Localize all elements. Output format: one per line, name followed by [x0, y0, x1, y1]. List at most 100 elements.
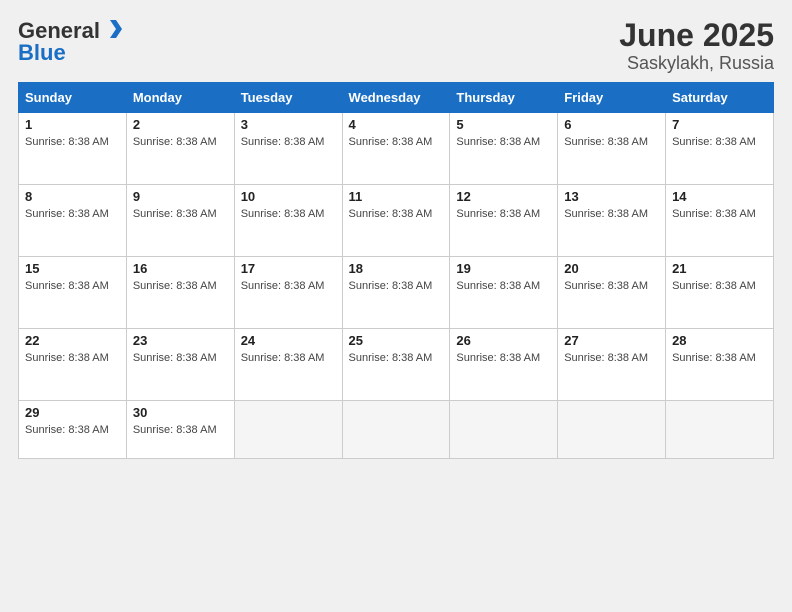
day-info: Sunrise: 8:38 AM — [133, 352, 217, 364]
table-row: 22 Sunrise: 8:38 AM — [19, 329, 127, 401]
day-info: Sunrise: 8:38 AM — [564, 352, 648, 364]
table-row: 6Sunrise: 8:38 AM — [558, 113, 666, 185]
table-row: 4 Sunrise: 8:38 AM — [342, 113, 450, 185]
table-row — [666, 401, 774, 459]
col-wednesday: Wednesday — [342, 83, 450, 113]
day-info: Sunrise: 8:38 AM — [25, 280, 109, 292]
day-info: Sunrise: 8:38 AM — [672, 280, 756, 292]
table-row: 14Sunrise: 8:38 AM — [666, 185, 774, 257]
table-row: 1 Sunrise: 8:38 AM — [19, 113, 127, 185]
table-row — [342, 401, 450, 459]
table-row: 21 Sunrise: 8:38 AM — [666, 257, 774, 329]
table-row: 25Sunrise: 8:38 AM — [342, 329, 450, 401]
day-info: Sunrise: 8:38 AM — [456, 352, 540, 364]
day-info: Sunrise: 8:38 AM — [25, 208, 109, 220]
calendar-subtitle: Saskylakh, Russia — [619, 53, 774, 74]
col-friday: Friday — [558, 83, 666, 113]
table-row: 10 Sunrise: 8:38 AM — [234, 185, 342, 257]
day-number: 8 — [25, 189, 120, 204]
col-monday: Monday — [126, 83, 234, 113]
day-number: 5 — [456, 117, 551, 132]
table-row: 9 Sunrise: 8:38 AM — [126, 185, 234, 257]
table-row: 8 Sunrise: 8:38 AM — [19, 185, 127, 257]
day-number: 25 — [349, 333, 444, 348]
table-row: 17Sunrise: 8:38 AM — [234, 257, 342, 329]
day-info: Sunrise: 8:38 AM — [25, 424, 109, 436]
day-info: Sunrise: 8:38 AM — [241, 208, 325, 220]
day-number: 24 — [241, 333, 336, 348]
day-number: 18 — [349, 261, 444, 276]
day-number: 13 — [564, 189, 659, 204]
day-number: 11 — [349, 189, 444, 204]
table-row: 7Sunrise: 8:38 AM — [666, 113, 774, 185]
day-number: 26 — [456, 333, 551, 348]
table-row: 19 Sunrise: 8:38 AM — [450, 257, 558, 329]
day-number: 19 — [456, 261, 551, 276]
day-info: Sunrise: 8:38 AM — [456, 136, 540, 148]
table-row: 13 Sunrise: 8:38 AM — [558, 185, 666, 257]
day-number: 3 — [241, 117, 336, 132]
day-number: 27 — [564, 333, 659, 348]
logo: General Blue — [18, 18, 124, 66]
col-sunday: Sunday — [19, 83, 127, 113]
day-info: Sunrise: 8:38 AM — [25, 136, 109, 148]
day-info: Sunrise: 8:38 AM — [349, 136, 433, 148]
day-number: 22 — [25, 333, 120, 348]
table-row: 27 Sunrise: 8:38 AM — [558, 329, 666, 401]
day-info: Sunrise: 8:38 AM — [25, 352, 109, 364]
day-number: 14 — [672, 189, 767, 204]
title-section: June 2025 Saskylakh, Russia — [619, 18, 774, 74]
col-thursday: Thursday — [450, 83, 558, 113]
col-tuesday: Tuesday — [234, 83, 342, 113]
table-row: 5 Sunrise: 8:38 AM — [450, 113, 558, 185]
table-row: 23 Sunrise: 8:38 AM — [126, 329, 234, 401]
day-number: 17 — [241, 261, 336, 276]
day-info: Sunrise: 8:38 AM — [564, 136, 648, 148]
day-info: Sunrise: 8:38 AM — [241, 352, 325, 364]
table-row: 3 Sunrise: 8:38 AM — [234, 113, 342, 185]
calendar-table: Sunday Monday Tuesday Wednesday Thursday… — [18, 82, 774, 459]
day-number: 12 — [456, 189, 551, 204]
day-number: 10 — [241, 189, 336, 204]
table-row: 2Sunrise: 8:38 AM — [126, 113, 234, 185]
day-info: Sunrise: 8:38 AM — [456, 208, 540, 220]
day-info: Sunrise: 8:38 AM — [564, 208, 648, 220]
day-number: 30 — [133, 405, 228, 420]
day-info: Sunrise: 8:38 AM — [672, 352, 756, 364]
table-row: 11 Sunrise: 8:38 AM — [342, 185, 450, 257]
day-number: 15 — [25, 261, 120, 276]
day-info: Sunrise: 8:38 AM — [133, 424, 217, 436]
table-row: 24 Sunrise: 8:38 AM — [234, 329, 342, 401]
day-number: 2 — [133, 117, 228, 132]
day-info: Sunrise: 8:38 AM — [241, 136, 325, 148]
table-row: 30 Sunrise: 8:38 AM — [126, 401, 234, 459]
table-row: 28 Sunrise: 8:38 AM — [666, 329, 774, 401]
day-number: 23 — [133, 333, 228, 348]
day-info: Sunrise: 8:38 AM — [456, 280, 540, 292]
day-number: 9 — [133, 189, 228, 204]
day-number: 4 — [349, 117, 444, 132]
col-saturday: Saturday — [666, 83, 774, 113]
day-number: 1 — [25, 117, 120, 132]
table-row: 12 Sunrise: 8:38 AM — [450, 185, 558, 257]
day-info: Sunrise: 8:38 AM — [564, 280, 648, 292]
table-row: 15 Sunrise: 8:38 AM — [19, 257, 127, 329]
table-row: 26 Sunrise: 8:38 AM — [450, 329, 558, 401]
day-info: Sunrise: 8:38 AM — [349, 280, 433, 292]
table-row — [450, 401, 558, 459]
table-row — [558, 401, 666, 459]
day-info: Sunrise: 8:38 AM — [133, 208, 217, 220]
header-row: Sunday Monday Tuesday Wednesday Thursday… — [19, 83, 774, 113]
table-row: 18 Sunrise: 8:38 AM — [342, 257, 450, 329]
calendar-title: June 2025 — [619, 18, 774, 53]
table-row — [234, 401, 342, 459]
page: General Blue June 2025 Saskylakh, Russia… — [0, 0, 792, 612]
day-info: Sunrise: 8:38 AM — [133, 280, 217, 292]
table-row: 29 Sunrise: 8:38 AM — [19, 401, 127, 459]
header: General Blue June 2025 Saskylakh, Russia — [18, 18, 774, 74]
day-info: Sunrise: 8:38 AM — [349, 208, 433, 220]
day-number: 28 — [672, 333, 767, 348]
day-number: 21 — [672, 261, 767, 276]
day-number: 7 — [672, 117, 767, 132]
day-number: 29 — [25, 405, 120, 420]
